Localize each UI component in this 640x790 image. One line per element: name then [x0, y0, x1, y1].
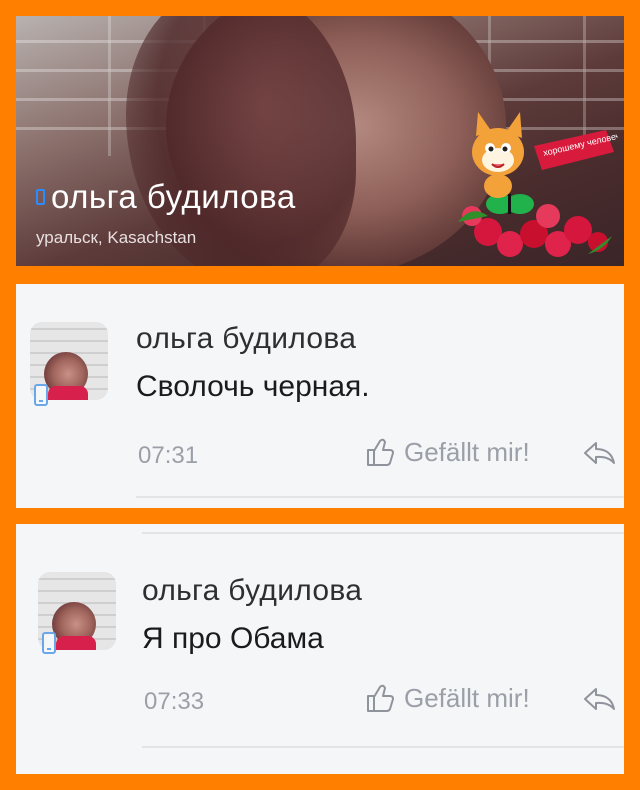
like-button[interactable]: Gefällt mir!	[364, 436, 530, 468]
like-label: Gefällt mir!	[404, 436, 530, 467]
comment-time: 07:33	[144, 688, 205, 715]
divider	[142, 532, 624, 534]
divider	[142, 746, 624, 748]
comment-time: 07:31	[138, 442, 199, 469]
thumbs-up-icon	[367, 684, 394, 712]
profile-header: ольга будилова уральск, Kasachstan хорош…	[16, 16, 624, 266]
comment-text: Сволочь черная.	[136, 370, 370, 403]
comment-text: Я про Обама	[142, 622, 324, 655]
like-button[interactable]: Gefällt mir!	[364, 682, 530, 714]
cat-image	[472, 112, 524, 198]
sticker-banner: хорошему человечку	[534, 128, 618, 170]
roses-image	[458, 204, 612, 257]
greeting-sticker: хорошему человечку	[458, 112, 618, 257]
divider	[136, 496, 624, 498]
comment-author[interactable]: ольга будилова	[142, 574, 362, 608]
profile-location: уральск, Kasachstan	[36, 228, 197, 247]
like-label: Gefällt mir!	[404, 682, 530, 713]
reply-icon[interactable]	[582, 686, 616, 712]
avatar-photo-shirt	[56, 636, 96, 650]
mobile-icon	[34, 384, 48, 406]
mobile-icon	[42, 632, 56, 654]
mobile-icon	[36, 189, 45, 205]
comment-author[interactable]: ольга будилова	[136, 322, 356, 356]
thumbs-up-icon	[367, 438, 394, 466]
reply-icon[interactable]	[582, 440, 616, 466]
comment-card: ольга будилова Я про Обама 07:33 Gefällt…	[16, 524, 624, 774]
profile-name-row[interactable]: ольга будилова	[36, 178, 296, 216]
avatar-photo-shirt	[48, 386, 88, 400]
comment-card: ольга будилова Сволочь черная. 07:31 Gef…	[16, 284, 624, 508]
profile-name[interactable]: ольга будилова	[51, 178, 296, 216]
